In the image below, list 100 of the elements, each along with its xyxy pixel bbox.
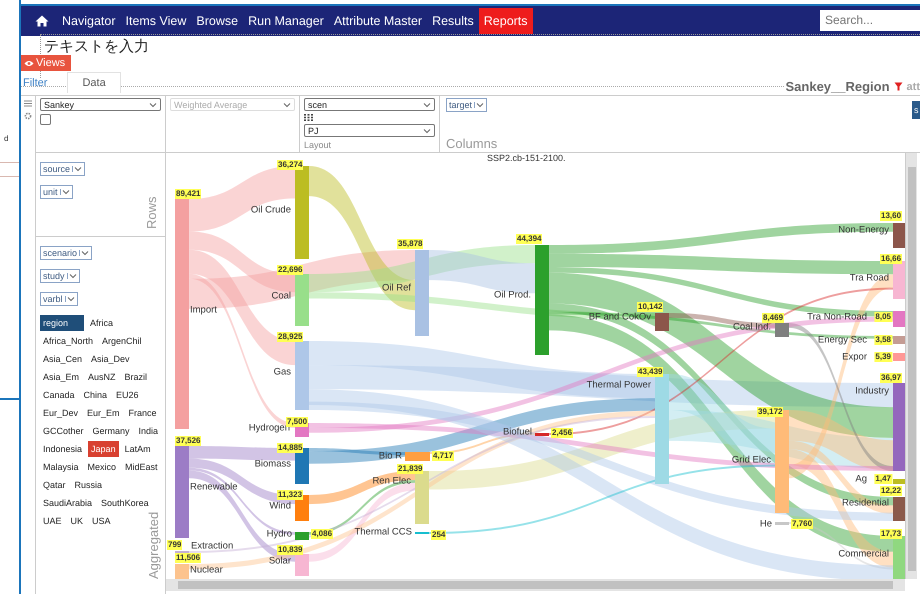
nav-item[interactable]: Navigator [57, 8, 120, 34]
filter-value[interactable]: Asia_Em [40, 369, 82, 385]
sankey-node[interactable] [893, 223, 905, 248]
filter-value[interactable]: SaudiArabia [40, 495, 96, 511]
sankey-node[interactable] [295, 532, 309, 540]
nav-item[interactable]: Items View [120, 8, 192, 34]
filter-value[interactable]: ArgenChil [99, 333, 145, 349]
search-field[interactable]: Search... [820, 10, 920, 30]
field-chip[interactable]: source [40, 162, 86, 176]
sankey-node[interactable] [655, 374, 669, 484]
settings-icon[interactable] [24, 112, 32, 120]
sankey-node[interactable] [535, 433, 549, 436]
node-value: 11,323 [277, 490, 304, 500]
sankey-node[interactable] [893, 383, 905, 471]
sankey-node[interactable] [415, 250, 429, 336]
sankey-node[interactable] [415, 471, 429, 524]
node-label: Hydro [266, 528, 292, 540]
nav-item[interactable]: Results [427, 8, 479, 34]
columns-label: Columns [446, 136, 498, 151]
sankey-node[interactable] [893, 479, 905, 484]
unit-dropdown[interactable]: PJ [304, 124, 435, 137]
filter-value[interactable]: Eur_Dev [40, 405, 82, 421]
sankey-node[interactable] [175, 199, 189, 429]
filter-value[interactable]: Japan [88, 441, 119, 457]
sankey-node[interactable] [175, 446, 189, 538]
node-label: Expor [842, 352, 867, 362]
field-chip[interactable]: target [446, 98, 488, 112]
sankey-node[interactable] [295, 274, 309, 326]
filter-icon[interactable] [894, 82, 903, 91]
sankey-node[interactable] [893, 353, 905, 361]
caret-icon [79, 250, 90, 256]
caret-icon [423, 128, 431, 134]
filter-value[interactable]: UAE [40, 513, 65, 529]
filter-value[interactable]: AusNZ [85, 369, 119, 385]
sankey-node[interactable] [893, 261, 905, 299]
field-chip[interactable]: scenario [40, 246, 92, 260]
field-chip[interactable]: study [40, 269, 80, 283]
tab[interactable]: Filter [21, 73, 50, 93]
filter-value[interactable]: China [80, 387, 110, 403]
filter-value[interactable]: Asia_Cen [40, 351, 86, 367]
sankey-node[interactable] [175, 564, 189, 579]
checkbox[interactable] [40, 114, 51, 125]
nav-item[interactable]: Run Manager [243, 8, 329, 34]
views-button[interactable]: Views [21, 55, 71, 71]
filter-value[interactable]: UK [68, 513, 86, 529]
filter-value[interactable]: GCCother [40, 423, 87, 439]
renderer-dropdown[interactable]: Sankey [40, 98, 161, 111]
node-label: Residential [842, 498, 889, 508]
field-chip[interactable]: varbl [40, 292, 78, 306]
filter-value[interactable]: Mexico [84, 459, 120, 475]
sankey-node[interactable] [775, 522, 789, 525]
sankey-node[interactable] [893, 497, 905, 521]
rows-label: Rows [144, 196, 159, 229]
node-value: 89,421 [175, 189, 202, 199]
sankey-node[interactable] [535, 245, 549, 355]
filter-value[interactable]: LatAm [122, 441, 154, 457]
filter-value[interactable]: Malaysia [40, 459, 82, 475]
node-label: Thermal CCS [354, 526, 412, 538]
filter-value[interactable]: Africa [87, 315, 116, 331]
sankey-node[interactable] [295, 554, 309, 576]
filter-value[interactable]: India [136, 423, 162, 439]
value-dropdown[interactable]: scen [304, 98, 435, 111]
home-icon[interactable] [35, 15, 49, 27]
sankey-node[interactable] [405, 452, 430, 461]
filter-value[interactable]: Asia_Dev [88, 351, 133, 367]
filter-value[interactable]: Indonesia [40, 441, 86, 457]
filter-value[interactable]: Germany [90, 423, 133, 439]
sankey-node[interactable] [893, 311, 905, 327]
node-label: He [760, 518, 772, 530]
menu-icon[interactable] [24, 100, 32, 107]
caret-icon [474, 102, 484, 108]
filter-value[interactable]: France [126, 405, 160, 421]
horizontal-scrollbar[interactable] [166, 579, 905, 591]
filter-value[interactable]: Brazil [122, 369, 150, 385]
filter-value[interactable]: SouthKorea [98, 495, 152, 511]
filter-value[interactable]: Russia [72, 477, 106, 493]
nav-item[interactable]: Attribute Master [328, 8, 428, 34]
text-box-text: テキストを入力 [44, 37, 149, 56]
nav-item[interactable]: Browse [191, 8, 244, 34]
sankey-node[interactable] [655, 313, 669, 331]
sankey-node[interactable] [893, 336, 905, 344]
caret-icon [64, 296, 75, 302]
tab[interactable]: Data [67, 72, 121, 93]
filter-field-chip[interactable]: region [40, 315, 84, 331]
filter-value[interactable]: Qatar [40, 477, 69, 493]
filter-value[interactable]: Eur_Em [84, 405, 123, 421]
nav-item[interactable]: Reports [478, 8, 533, 34]
node-value: 7,760 [791, 519, 814, 529]
filter-value[interactable]: MidEast [122, 459, 161, 475]
filter-value[interactable]: Canada [40, 387, 78, 403]
filter-value[interactable]: USA [89, 513, 114, 529]
sankey-node[interactable] [775, 323, 789, 337]
vertical-scrollbar[interactable] [905, 153, 917, 579]
side-button[interactable]: s [912, 101, 920, 119]
grid-icon[interactable] [304, 114, 313, 121]
sankey-node[interactable] [295, 341, 309, 410]
filter-value[interactable]: Africa_North [40, 333, 96, 349]
caret-icon [423, 102, 431, 108]
filter-value[interactable]: EU26 [113, 387, 142, 403]
field-chip[interactable]: unit [40, 185, 73, 199]
